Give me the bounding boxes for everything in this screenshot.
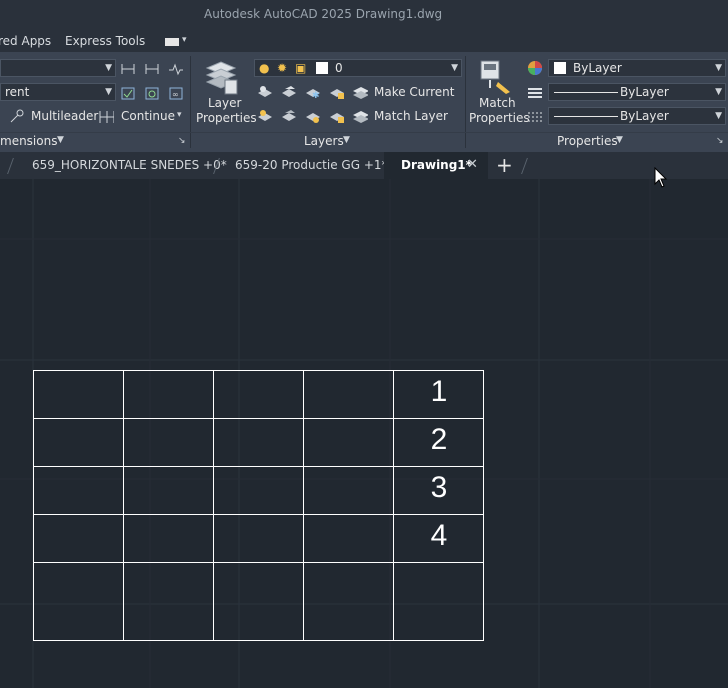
workspace-toggle-icon[interactable] (165, 38, 179, 46)
make-current-icon[interactable] (352, 83, 368, 99)
lineweight-icon (528, 112, 542, 122)
dim-break-icon[interactable]: ∞ (168, 85, 184, 101)
chevron-down-icon[interactable]: ▼ (616, 135, 623, 145)
table-grid (33, 370, 484, 641)
chevron-down-icon[interactable]: ▾ (182, 35, 187, 45)
tab-659-20-productie[interactable]: 659-20 Productie GG +1* (235, 152, 388, 179)
mouse-cursor-icon (654, 167, 668, 188)
dim-update-icon[interactable] (144, 85, 160, 101)
lineweight-value: ByLayer (620, 109, 669, 123)
background-grid (0, 179, 728, 688)
dim-style-combo[interactable]: ▼ (0, 59, 116, 77)
svg-text:∞: ∞ (172, 90, 179, 99)
layer-thaw-icon[interactable] (305, 108, 321, 124)
color-value: ByLayer (573, 61, 622, 75)
lineweight-preview (554, 116, 618, 117)
multileader-icon[interactable] (8, 109, 24, 125)
model-space[interactable] (0, 179, 728, 688)
ribbon-tab-bar: red Apps Express Tools ▾ (0, 30, 728, 52)
linetype-value: ByLayer (620, 85, 669, 99)
continue-dimension-icon[interactable] (98, 109, 114, 125)
document-tab-bar: 659_HORIZONTALE SNEDES +0* 659-20 Produc… (0, 152, 728, 179)
layer-unlock-icon[interactable] (329, 108, 345, 124)
jogged-line-icon[interactable] (168, 61, 184, 77)
tab-featured-apps[interactable]: red Apps (0, 34, 51, 48)
dialog-launcher-icon[interactable]: ↘ (178, 136, 186, 146)
layer-combo[interactable]: ● ✹ ▣ 0 ▼ (254, 59, 462, 77)
chevron-down-icon: ▼ (715, 63, 722, 73)
layer-unisolate-icon[interactable] (281, 108, 297, 124)
table-cell-number: 3 (430, 471, 448, 504)
ribbon: ▼ rent ▼ ∞ Multileader Continue ▾ mensio… (0, 52, 728, 152)
panel-title-properties[interactable]: Properties (557, 134, 618, 148)
chevron-down-icon[interactable]: ▾ (177, 110, 182, 120)
table-border (33, 370, 484, 641)
close-icon[interactable]: ✕ (467, 157, 478, 172)
layer-color-swatch (316, 62, 328, 74)
lightbulb-icon: ● (259, 61, 270, 75)
color-combo[interactable]: ByLayer ▼ (548, 59, 726, 77)
layer-properties-icon[interactable] (203, 58, 239, 96)
table-cell-number: 2 (430, 423, 448, 456)
panel-title-dimensions[interactable]: mensions (0, 134, 57, 148)
continue-label[interactable]: Continue (121, 109, 175, 123)
title-bar: Autodesk AutoCAD 2025 Drawing1.dwg (0, 0, 728, 30)
layer-freeze-icon[interactable]: ✱ (305, 84, 321, 100)
tab-divider (7, 158, 14, 174)
color-swatch (554, 62, 566, 74)
aligned-dimension-icon[interactable] (144, 61, 160, 77)
layer-on-icon[interactable] (257, 108, 273, 124)
chevron-down-icon: ▼ (715, 87, 722, 97)
match-properties-icon[interactable] (478, 58, 514, 96)
table-cell-number: 1 (430, 375, 448, 408)
chevron-down-icon: ▼ (715, 111, 722, 121)
chevron-down-icon[interactable]: ▼ (343, 135, 350, 145)
match-properties-label-2[interactable]: Properties (469, 111, 530, 125)
chevron-down-icon: ▼ (105, 63, 112, 73)
chevron-down-icon: ▼ (451, 63, 458, 73)
layer-isolate-icon[interactable] (281, 84, 297, 100)
chevron-down-icon: ▼ (105, 87, 112, 97)
tab-divider (521, 158, 528, 174)
panel-divider (465, 56, 466, 148)
layer-properties-label-1[interactable]: Layer (208, 96, 241, 110)
tolerance-icon[interactable] (120, 85, 136, 101)
window-title: Autodesk AutoCAD 2025 Drawing1.dwg (204, 7, 443, 21)
lock-icon: ▣ (295, 61, 307, 75)
tab-659-horizontale-snedes[interactable]: 659_HORIZONTALE SNEDES +0* (32, 152, 227, 179)
panel-divider (190, 56, 191, 148)
linetype-combo[interactable]: ByLayer ▼ (548, 83, 726, 101)
svg-text:✱: ✱ (312, 91, 320, 100)
text-style-combo[interactable]: rent ▼ (0, 83, 116, 101)
linetype-preview (554, 92, 618, 93)
color-wheel-icon (528, 61, 542, 75)
lineweight-combo[interactable]: ByLayer ▼ (548, 107, 726, 125)
current-layer-name: 0 (335, 61, 343, 75)
layer-properties-label-2[interactable]: Properties (196, 111, 257, 125)
match-layer-label[interactable]: Match Layer (374, 109, 448, 123)
layer-off-icon[interactable] (257, 84, 273, 100)
tab-express-tools[interactable]: Express Tools (65, 34, 145, 48)
new-tab-plus-icon[interactable]: + (496, 153, 513, 177)
table-cell-number: 4 (430, 519, 448, 552)
multileader-label[interactable]: Multileader (31, 109, 98, 123)
drawing-canvas[interactable]: 1 2 3 4 (0, 179, 728, 688)
tab-drawing1[interactable]: Drawing1* (401, 152, 472, 179)
layer-lock-icon[interactable] (329, 84, 345, 100)
ribbon-title-divider (0, 132, 728, 133)
chevron-down-icon[interactable]: ▼ (57, 135, 64, 145)
linetype-icon (528, 88, 542, 98)
linear-dimension-icon[interactable] (120, 61, 136, 77)
match-layer-icon[interactable] (352, 107, 368, 123)
dialog-launcher-icon[interactable]: ↘ (716, 136, 724, 146)
make-current-label[interactable]: Make Current (374, 85, 455, 99)
sun-icon: ✹ (277, 61, 288, 75)
panel-title-layers[interactable]: Layers (304, 134, 344, 148)
match-properties-label-1[interactable]: Match (479, 96, 516, 110)
